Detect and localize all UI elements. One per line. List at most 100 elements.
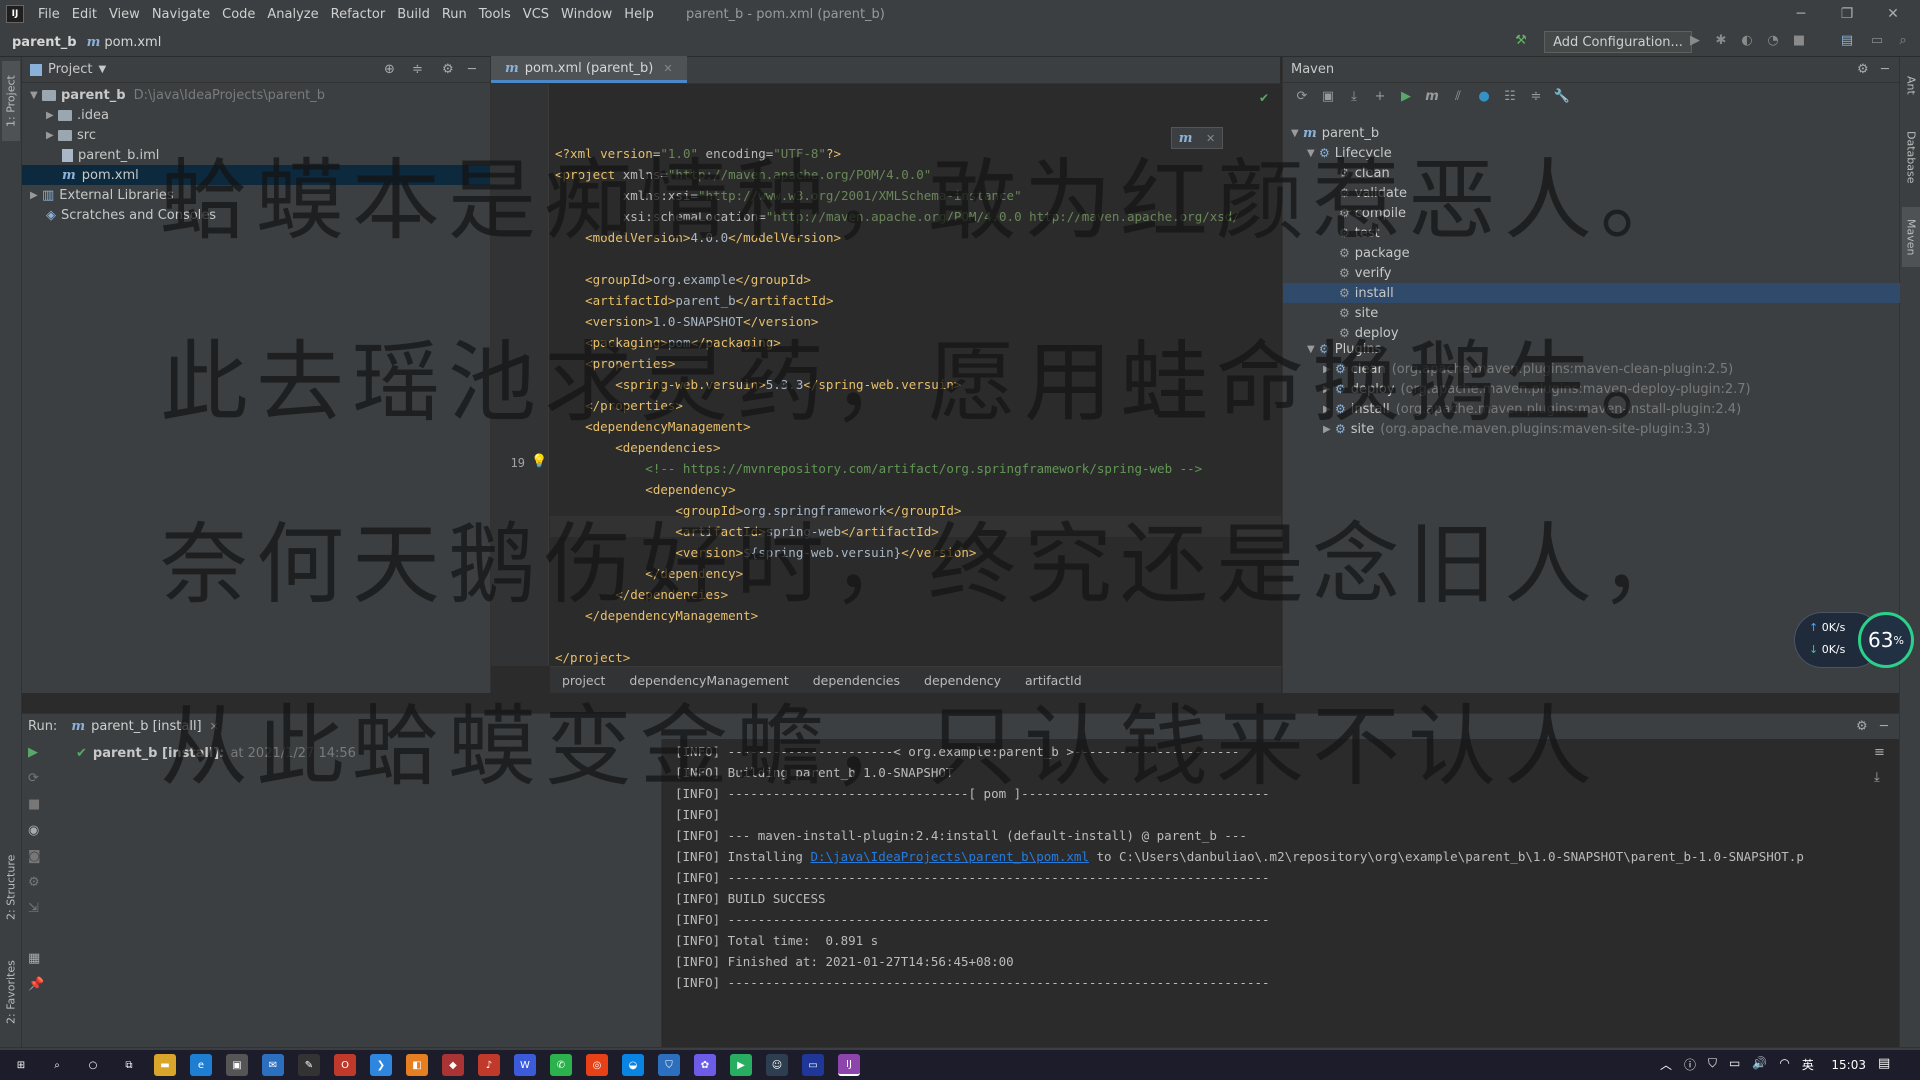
locate-icon[interactable]: ⊕ [384,62,395,77]
code-line[interactable]: <groupId>org.example</groupId> [555,269,811,290]
code-line[interactable]: <dependencyManagement> [555,416,751,437]
wrench-icon[interactable]: 🔧 [1553,89,1571,107]
database-tool-tab[interactable]: Database [1902,117,1920,197]
menu-analyze[interactable]: Analyze [261,7,324,22]
mail-icon[interactable]: ✉ [262,1054,284,1076]
chevron-right-icon[interactable]: ▶ [1323,424,1335,435]
gear-icon[interactable]: ⚙ [1857,62,1869,77]
maven-plugin-deploy[interactable]: ▶ ⚙ deploy (org.apache.maven.plugins:maven-… [1323,379,1751,399]
collapse-all-icon[interactable]: ≑ [1527,89,1545,107]
intellij-taskbar-icon[interactable]: IJ [838,1054,860,1076]
qq-icon[interactable]: ◒ [622,1054,644,1076]
chrome-icon[interactable]: ◎ [586,1054,608,1076]
console-output[interactable]: [INFO] ----------------------< org.examp… [663,739,1873,1047]
maven-phase-test[interactable]: ⚙ test [1339,223,1380,243]
code-line[interactable]: xsi:schemaLocation="http://maven.apache.… [555,206,1240,227]
office-icon[interactable]: O [334,1054,356,1076]
run-icon[interactable]: ▶ [1686,33,1704,51]
tree-item-src[interactable]: ▶ src [46,125,96,145]
maven-phase-compile[interactable]: ⚙ compile [1339,203,1406,223]
code-line[interactable]: xmlns:xsi="http://www.w3.org/2001/XMLSch… [555,185,1022,206]
menu-edit[interactable]: Edit [66,7,103,22]
file-explorer-icon[interactable]: ▬ [154,1054,176,1076]
rerun-icon[interactable]: ▶ [28,745,38,760]
code-line[interactable]: <spring-web.versuin>5.3.3</spring-web.ve… [555,374,961,395]
code-line[interactable]: <packaging>pom</packaging> [555,332,781,353]
tree-item-scratches[interactable]: ◈ Scratches and Consoles [46,205,216,225]
breadcrumb-file[interactable]: pom.xml [104,35,161,50]
app-icon[interactable]: ◧ [406,1054,428,1076]
player-icon[interactable]: ▶ [730,1054,752,1076]
chevron-down-icon[interactable]: ▼ [30,90,42,101]
menu-run[interactable]: Run [436,7,473,22]
menu-code[interactable]: Code [216,7,261,22]
store-icon[interactable]: ▣ [226,1054,248,1076]
ant-tool-tab[interactable]: Ant [1902,65,1920,105]
code-line[interactable]: </properties> [555,395,683,416]
menu-tools[interactable]: Tools [473,7,517,22]
debug-icon[interactable]: ✱ [1712,33,1730,51]
lightbulb-icon[interactable]: 💡 [531,454,547,469]
menu-refactor[interactable]: Refactor [325,7,392,22]
maven-plugin-install[interactable]: ▶ ⚙ install (org.apache.maven.plugins:maven… [1323,399,1741,419]
chevron-down-icon[interactable]: ▼ [1307,344,1319,355]
wifi-icon[interactable]: ◠ [1779,1056,1789,1073]
code-line[interactable]: </dependency> [555,563,743,584]
chevron-right-icon[interactable]: ▶ [1323,364,1335,375]
run-tab[interactable]: parent_b [install] [91,719,202,734]
maven-phase-verify[interactable]: ⚙ verify [1339,263,1391,283]
run-tree-item[interactable]: ✔ parent_b [install]: at 2021/1/27 14:56 [76,743,356,763]
chevron-down-icon[interactable]: ▼ [1307,148,1319,159]
add-configuration-button[interactable]: Add Configuration... [1544,31,1692,53]
stop-icon[interactable]: ■ [28,797,40,812]
chevron-down-icon[interactable]: ▼ [98,64,106,75]
shield-icon[interactable]: ⛉ [658,1054,680,1076]
menu-vcs[interactable]: VCS [517,7,555,22]
tree-item-idea[interactable]: ▶ .idea [46,105,109,125]
camera-icon[interactable]: ◙ [28,849,41,864]
line-gutter[interactable]: 19 💡 [491,84,549,666]
restore-icon[interactable]: ❐ [1824,0,1870,28]
code-line[interactable]: <version>${spring-web.versuin}</version> [555,542,976,563]
gear-icon[interactable]: ⚙ [442,62,454,77]
maven-reload-popup[interactable]: m ✕ [1171,127,1223,149]
chevron-right-icon[interactable]: ▶ [1323,404,1335,415]
soft-wrap-icon[interactable]: ≡ [1874,745,1885,760]
close-tab-icon[interactable]: ✕ [210,720,219,733]
maven-phase-package[interactable]: ⚙ package [1339,243,1410,263]
maven-phase-clean[interactable]: ⚙ clean [1339,163,1390,183]
menu-window[interactable]: Window [555,7,618,22]
chevron-right-icon[interactable]: ▶ [46,110,58,121]
close-icon[interactable]: ✕ [1206,132,1215,145]
download-icon[interactable]: ⤓ [1345,89,1363,107]
menu-navigate[interactable]: Navigate [146,7,216,22]
add-icon[interactable]: + [1371,89,1389,107]
search-icon[interactable]: ⌕ [46,1054,68,1076]
chevron-down-icon[interactable]: ▼ [1291,128,1303,139]
hide-icon[interactable]: ─ [1880,719,1888,734]
game-icon[interactable]: ◆ [442,1054,464,1076]
inspection-ok-icon[interactable]: ✔ [1259,91,1269,105]
code-line[interactable]: <!-- https://mvnrepository.com/artifact/… [555,458,1202,479]
gear-icon[interactable]: ⚙ [1856,719,1868,734]
pen-icon[interactable]: ✎ [298,1054,320,1076]
structure-tool-tab[interactable]: 2: Structure [2,847,20,927]
breadcrumb-project[interactable]: parent_b [12,35,77,50]
maven-tool-tab[interactable]: Maven [1902,207,1920,267]
cortana-icon[interactable]: ○ [82,1054,104,1076]
volume-icon[interactable]: 🔊 [1752,1056,1767,1073]
execute-goal-icon[interactable]: m [1423,89,1441,107]
install-path-link[interactable]: D:\java\IdeaProjects\parent_b\pom.xml [810,849,1088,864]
chevron-right-icon[interactable]: ▶ [30,190,42,201]
editor-breadcrumb-project[interactable]: project [562,673,605,688]
vscode-icon[interactable]: ❯ [370,1054,392,1076]
project-tool-tab[interactable]: 1: Project [2,61,20,141]
code-line[interactable]: <project xmlns="http://maven.apache.org/… [555,164,931,185]
editor-breadcrumb-dependencymanagement[interactable]: dependencyManagement [629,673,788,688]
hide-icon[interactable]: ─ [1881,62,1889,77]
favorites-tool-tab[interactable]: 2: Favorites [2,947,20,1037]
toggle-offline-icon[interactable]: ⫽ [1449,89,1467,107]
export-icon[interactable]: ⇲ [28,901,39,916]
intellij-icon[interactable]: IJ [6,5,24,23]
code-line[interactable]: <artifactId>parent_b</artifactId> [555,290,833,311]
